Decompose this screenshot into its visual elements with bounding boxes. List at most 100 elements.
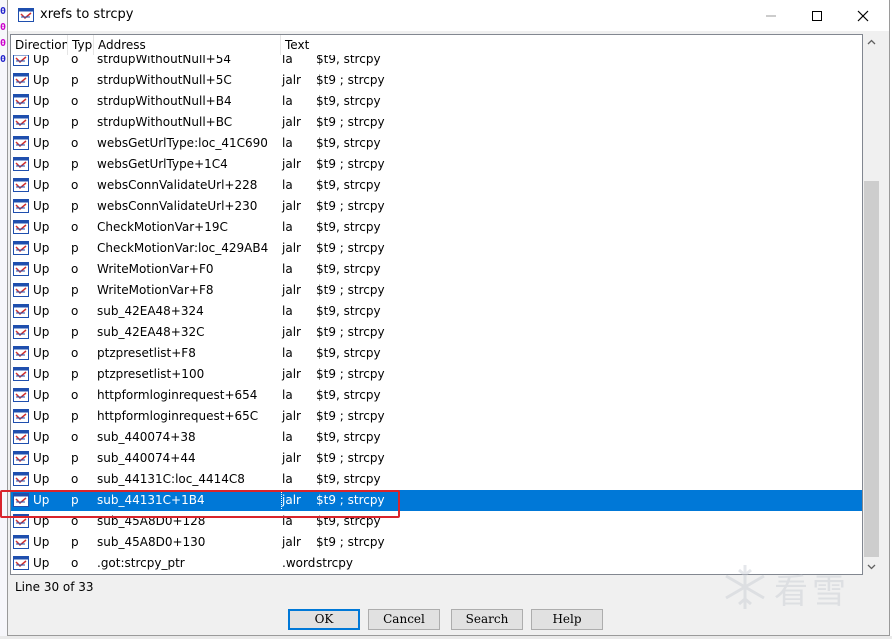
xref-icon <box>13 73 29 87</box>
type-cell: p <box>71 199 79 213</box>
direction-cell: Up <box>33 325 50 339</box>
table-row[interactable]: Up o strdupWithoutNull+B4 la $t9, strcpy <box>11 91 862 112</box>
column-header-address[interactable]: Address <box>94 35 281 55</box>
minimize-icon <box>766 15 776 16</box>
direction-cell: Up <box>33 556 50 570</box>
direction-cell: Up <box>33 367 50 381</box>
table-row[interactable]: Up p sub_440074+44 jalr $t9 ; strcpy <box>11 448 862 469</box>
search-button[interactable]: Search <box>451 609 523 630</box>
direction-cell: Up <box>33 55 50 66</box>
help-button[interactable]: Help <box>531 609 603 630</box>
address-cell: sub_42EA48+32C <box>97 325 205 339</box>
table-row[interactable]: Up p sub_42EA48+32C jalr $t9 ; strcpy <box>11 322 862 343</box>
mnemonic-cell: jalr <box>282 157 301 171</box>
address-cell: websConnValidateUrl+228 <box>97 178 258 192</box>
table-row[interactable]: Up o WriteMotionVar+F0 la $t9, strcpy <box>11 259 862 280</box>
column-header-type[interactable]: Typ <box>68 35 94 55</box>
direction-cell: Up <box>33 535 50 549</box>
table-row[interactable]: Up p httpformloginrequest+65C jalr $t9 ; str… <box>11 406 862 427</box>
type-cell: o <box>71 94 79 108</box>
edge-glyph: 0 <box>0 54 7 65</box>
maximize-icon <box>812 10 822 21</box>
table-row[interactable]: Up o ptzpresetlist+F8 la $t9, strcpy <box>11 343 862 364</box>
watermark: 看雪 <box>718 558 868 616</box>
xref-icon <box>13 472 29 486</box>
type-cell: p <box>71 451 79 465</box>
address-cell: strdupWithoutNull+5C <box>97 73 232 87</box>
type-cell: o <box>71 220 79 234</box>
table-row[interactable]: Up p websConnValidateUrl+230 jalr $t9 ; strc… <box>11 196 862 217</box>
operands-cell: $t9, strcpy <box>316 262 381 276</box>
table-row[interactable]: Up p strdupWithoutNull+5C jalr $t9 ; strcpy <box>11 70 862 91</box>
vertical-scrollbar[interactable] <box>863 34 880 575</box>
xref-icon <box>13 199 29 213</box>
mnemonic-cell: jalr <box>282 367 301 381</box>
ok-button[interactable]: OK <box>288 609 360 630</box>
type-cell: o <box>71 136 79 150</box>
table-row[interactable]: Up o sub_440074+38 la $t9, strcpy <box>11 427 862 448</box>
mnemonic-cell: la <box>282 262 293 276</box>
window-title: xrefs to strcpy <box>40 7 134 22</box>
table-row[interactable]: Up o sub_42EA48+324 la $t9, strcpy <box>11 301 862 322</box>
table-row[interactable]: Up o sub_44131C:loc_4414C8 la $t9, strcpy <box>11 469 862 490</box>
xref-icon <box>13 241 29 255</box>
direction-cell: Up <box>33 157 50 171</box>
cancel-button[interactable]: Cancel <box>368 609 440 630</box>
mnemonic-cell: jalr <box>282 325 301 339</box>
mnemonic-cell: .word <box>282 556 316 570</box>
mnemonic-cell: jalr <box>282 283 301 297</box>
xref-icon <box>13 178 29 192</box>
scroll-thumb[interactable] <box>864 181 879 557</box>
mnemonic-cell: la <box>282 430 293 444</box>
address-cell: strdupWithoutNull+BC <box>97 115 233 129</box>
table-row[interactable]: Up o websConnValidateUrl+228 la $t9, strcpy <box>11 175 862 196</box>
table-row[interactable]: Up o strdupWithoutNull+54 la $t9, strcpy <box>11 55 862 70</box>
list-header: Direction Typ Address Text <box>11 35 862 55</box>
xref-icon <box>13 556 29 570</box>
direction-cell: Up <box>33 451 50 465</box>
table-row[interactable]: Up p ptzpresetlist+100 jalr $t9 ; strcpy <box>11 364 862 385</box>
title-bar[interactable]: xrefs to strcpy <box>8 0 889 31</box>
address-cell: CheckMotionVar+19C <box>97 220 228 234</box>
direction-cell: Up <box>33 262 50 276</box>
address-cell: httpformloginrequest+654 <box>97 388 258 402</box>
address-cell: ptzpresetlist+F8 <box>97 346 196 360</box>
type-cell: p <box>71 283 79 297</box>
operands-cell: strcpy <box>316 556 353 570</box>
minimize-button[interactable] <box>748 0 794 31</box>
address-cell: .got:strcpy_ptr <box>97 556 185 570</box>
address-cell: strdupWithoutNull+54 <box>97 55 231 66</box>
address-cell: websConnValidateUrl+230 <box>97 199 258 213</box>
table-row[interactable]: Up p sub_45A8D0+130 jalr $t9 ; strcpy <box>11 532 862 553</box>
column-header-direction[interactable]: Direction <box>11 35 68 55</box>
table-row[interactable]: Up o CheckMotionVar+19C la $t9, strcpy <box>11 217 862 238</box>
direction-cell: Up <box>33 283 50 297</box>
type-cell: o <box>71 178 79 192</box>
table-row[interactable]: Up p WriteMotionVar+F8 jalr $t9 ; strcpy <box>11 280 862 301</box>
table-row[interactable]: Up o httpformloginrequest+654 la $t9, strcpy <box>11 385 862 406</box>
operands-cell: $t9 ; strcpy <box>316 283 385 297</box>
mnemonic-cell: la <box>282 178 293 192</box>
address-cell: WriteMotionVar+F0 <box>97 262 214 276</box>
table-row[interactable]: Up p websGetUrlType+1C4 jalr $t9 ; strcpy <box>11 154 862 175</box>
scroll-up-button[interactable] <box>863 34 880 51</box>
type-cell: p <box>71 325 79 339</box>
column-header-text[interactable]: Text <box>281 35 862 55</box>
address-cell: sub_440074+44 <box>97 451 196 465</box>
direction-cell: Up <box>33 304 50 318</box>
xref-icon <box>13 55 29 66</box>
direction-cell: Up <box>33 94 50 108</box>
type-cell: o <box>71 346 79 360</box>
xref-icon <box>13 115 29 129</box>
type-cell: p <box>71 115 79 129</box>
xref-icon <box>13 94 29 108</box>
close-button[interactable] <box>840 0 886 31</box>
mnemonic-cell: la <box>282 346 293 360</box>
table-row[interactable]: Up p CheckMotionVar:loc_429AB4 jalr $t9 ; st… <box>11 238 862 259</box>
xref-icon <box>13 535 29 549</box>
table-row[interactable]: Up p strdupWithoutNull+BC jalr $t9 ; strcpy <box>11 112 862 133</box>
maximize-button[interactable] <box>794 0 840 31</box>
xrefs-dialog: xrefs to strcpy Direction Typ Address Te… <box>7 0 890 636</box>
mnemonic-cell: jalr <box>282 115 301 129</box>
table-row[interactable]: Up o websGetUrlType:loc_41C690 la $t9, strcp… <box>11 133 862 154</box>
